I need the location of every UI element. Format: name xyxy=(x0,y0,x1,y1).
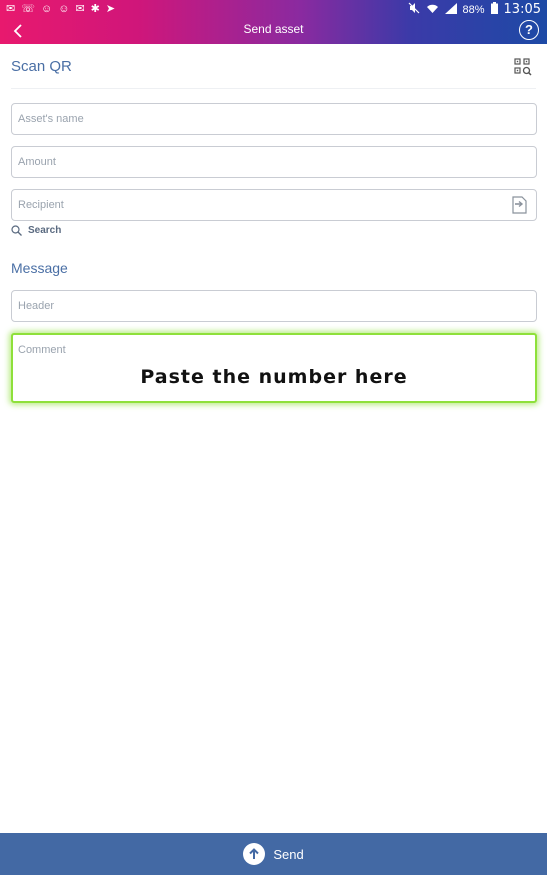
clock: 13:05 xyxy=(503,2,541,17)
battery-percentage: 88% xyxy=(462,4,485,16)
comment-field[interactable]: Comment Paste the number here xyxy=(11,333,537,403)
asset-name-field[interactable] xyxy=(11,103,537,135)
status-bar: ✉ ☏ ☺ ☺ ✉ ✱ ➤ 88% 13:05 xyxy=(0,0,547,18)
paste-recipient-icon[interactable] xyxy=(510,195,528,215)
send-button[interactable]: Send xyxy=(0,833,547,875)
chat-icon: ☺ xyxy=(58,3,70,15)
help-button[interactable]: ? xyxy=(519,20,539,40)
phone-icon: ☏ xyxy=(21,3,35,15)
divider xyxy=(11,88,536,89)
system-icons: 88% 13:05 xyxy=(408,2,541,18)
mute-icon xyxy=(408,2,420,18)
battery-icon xyxy=(490,2,498,18)
amount-field[interactable] xyxy=(11,146,537,178)
recipient-field[interactable] xyxy=(11,189,537,221)
notification-icons: ✉ ☏ ☺ ☺ ✉ ✱ ➤ xyxy=(6,2,115,16)
search-recipient-link[interactable]: Search xyxy=(11,225,61,236)
comment-placeholder: Comment xyxy=(18,344,66,356)
header-input[interactable] xyxy=(18,291,530,321)
recipient-input[interactable] xyxy=(18,190,530,220)
scan-qr-label: Scan QR xyxy=(11,58,72,75)
header-field[interactable] xyxy=(11,290,537,322)
notification-icon: ✉ xyxy=(6,3,16,15)
scan-qr-row[interactable]: Scan QR xyxy=(0,44,547,90)
chat-icon: ☺ xyxy=(40,3,53,15)
snowflake-icon: ✱ xyxy=(90,3,100,15)
message-section-title: Message xyxy=(11,260,68,276)
signal-icon xyxy=(444,2,457,18)
paste-instruction-text: Paste the number here xyxy=(140,366,408,388)
search-icon xyxy=(11,225,22,236)
wifi-icon xyxy=(426,3,439,18)
send-label: Send xyxy=(273,846,304,862)
mail-icon: ✉ xyxy=(75,3,85,15)
page-title: Send asset xyxy=(243,22,304,36)
top-header: ✉ ☏ ☺ ☺ ✉ ✱ ➤ 88% 13:05 Send asset ? xyxy=(0,0,547,44)
qr-scan-icon[interactable] xyxy=(514,58,532,76)
amount-input[interactable] xyxy=(18,147,530,177)
search-label: Search xyxy=(28,225,62,236)
app-bar: Send asset ? xyxy=(0,18,547,44)
asset-name-input[interactable] xyxy=(18,104,530,134)
arrow-up-icon xyxy=(243,843,266,865)
send-app-icon: ➤ xyxy=(105,3,116,15)
